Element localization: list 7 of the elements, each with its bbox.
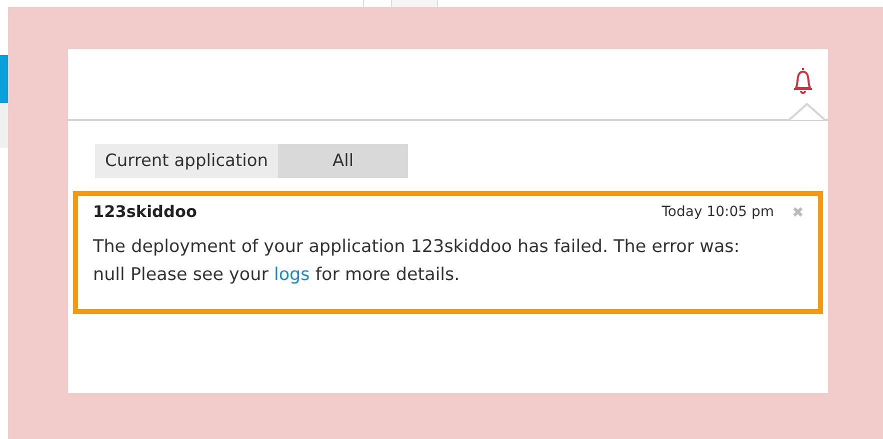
notification-message: The deployment of your application 123skiddoo has failed. The error was: null Please see your logs for more details. [93,236,741,287]
sidebar-bar [0,55,8,103]
filter-tab[interactable]: Current application [95,144,278,178]
logs-link[interactable]: logs [274,265,310,285]
notification-time: Today 10:05 pm [662,204,774,220]
notification-title: 123skiddoo [93,202,198,221]
sidebar-panel [0,103,8,148]
